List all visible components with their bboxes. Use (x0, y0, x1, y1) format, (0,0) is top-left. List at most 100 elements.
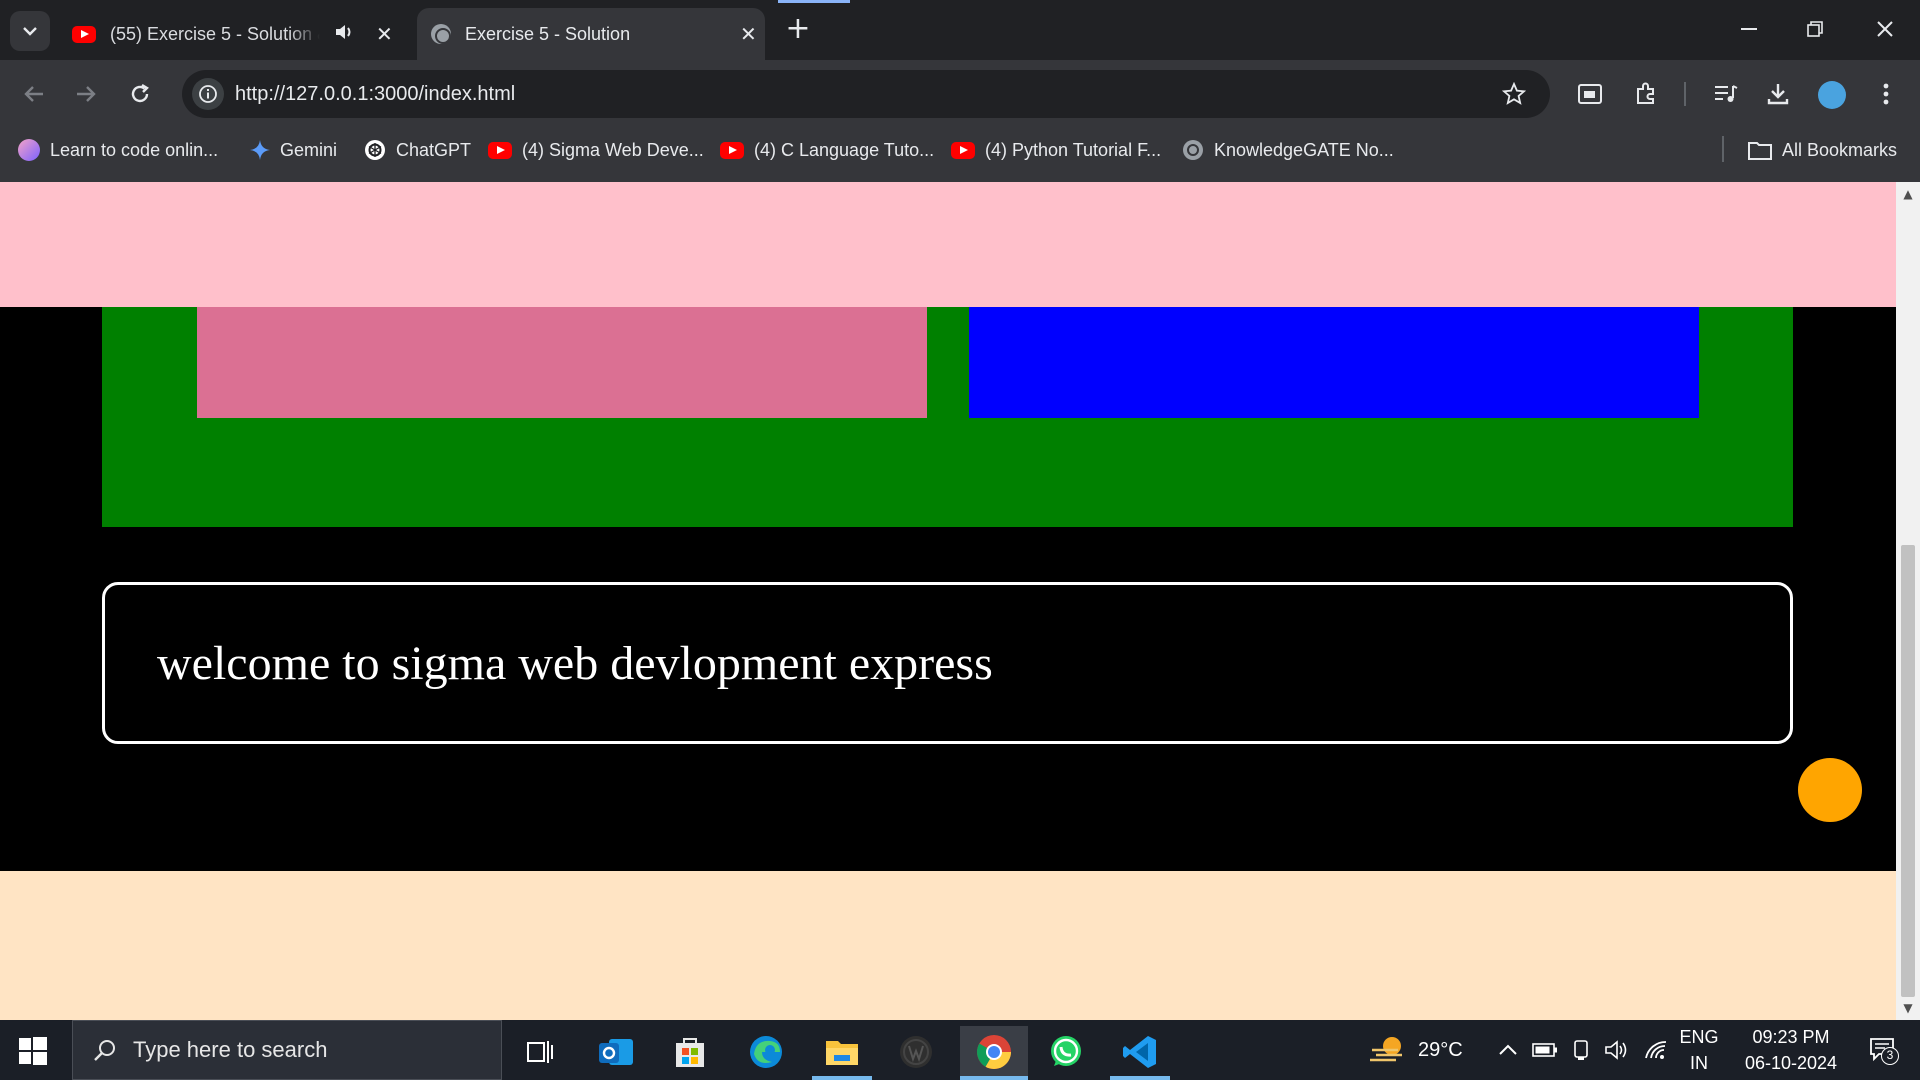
puzzle-icon (1637, 82, 1654, 104)
whatsapp-app[interactable] (1036, 1026, 1096, 1078)
site-info-button[interactable] (192, 78, 224, 110)
bookmark-item[interactable]: ChatGPT (364, 136, 471, 164)
bottom-peach-band (0, 871, 1896, 1020)
bookmark-item[interactable]: Gemini (250, 136, 337, 164)
weather-widget[interactable]: 29°C (1368, 1020, 1463, 1080)
reload-icon (131, 83, 149, 103)
media-controls-button[interactable] (1706, 74, 1746, 114)
bookmark-label: ChatGPT (396, 139, 472, 160)
globe-icon (431, 24, 451, 44)
show-hidden-icons-button[interactable] (1498, 1020, 1518, 1080)
minimize-button[interactable] (1716, 6, 1782, 52)
outlook-icon (599, 1039, 633, 1065)
tab-search-button[interactable] (10, 11, 50, 51)
app-running-indicator (812, 1076, 872, 1080)
blue-box (969, 307, 1699, 418)
whatsapp-icon (1051, 1036, 1081, 1066)
windows-logo-icon (19, 1037, 47, 1065)
back-button[interactable] (14, 74, 54, 114)
tab-youtube[interactable]: (55) Exercise 5 - Solution & Shoutout ✕ (62, 8, 412, 60)
bookmark-item[interactable]: (4) Python Tutorial F... (951, 136, 1161, 164)
bookmarks-divider (1722, 136, 1724, 162)
picture-in-picture-button[interactable] (1570, 74, 1610, 114)
scroll-up-arrow-icon[interactable]: ▲ (1896, 182, 1920, 206)
toolbar-divider (1684, 82, 1686, 106)
task-view-button[interactable] (510, 1026, 570, 1078)
reload-button[interactable] (120, 74, 160, 114)
scroll-down-arrow-icon[interactable]: ▼ (1896, 996, 1920, 1020)
task-view-icon (527, 1041, 553, 1063)
all-bookmarks-label: All Bookmarks (1782, 139, 1898, 160)
outlook-app[interactable] (586, 1026, 646, 1078)
bookmark-label: Gemini (280, 139, 338, 160)
page-viewport: welcome to sigma web devlopment express (0, 182, 1896, 1020)
orange-circle (1798, 758, 1862, 822)
youtube-icon (72, 25, 96, 43)
tab-title: (55) Exercise 5 - Solution & Shoutout (110, 23, 320, 44)
bookmark-item[interactable]: KnowledgeGATE No... (1182, 136, 1394, 164)
taskbar-search-box[interactable]: Type here to search (72, 1020, 502, 1080)
new-tab-button[interactable]: + (780, 12, 816, 48)
media-indicator (778, 0, 850, 3)
bookmark-item[interactable]: (4) C Language Tuto... (720, 136, 934, 164)
gemini-sparkle-icon (250, 140, 270, 160)
extensions-button[interactable] (1626, 74, 1666, 114)
bookmark-item[interactable]: Learn to code onlin... (18, 136, 218, 164)
edge-icon (750, 1036, 782, 1068)
clock-date: 06-10-2024 (1744, 1053, 1838, 1073)
vscode-app[interactable] (1110, 1026, 1170, 1078)
clock-time: 09:23 PM (1752, 1027, 1830, 1047)
close-tab-icon[interactable]: ✕ (740, 22, 757, 47)
menu-button[interactable] (1866, 74, 1906, 114)
chatgpt-icon (365, 140, 385, 160)
tab-exercise[interactable]: Exercise 5 - Solution ✕ (417, 8, 765, 60)
clock[interactable]: 09:23 PM 06-10-2024 (1728, 1020, 1854, 1080)
bookmark-item[interactable]: (4) Sigma Web Deve... (488, 136, 704, 164)
globe-icon (1183, 140, 1203, 160)
minimize-icon (1741, 28, 1757, 30)
more-vertical-icon (1883, 83, 1889, 105)
battery-icon[interactable] (1532, 1020, 1558, 1080)
restore-button[interactable] (1782, 6, 1848, 52)
forward-arrow-icon (77, 86, 96, 102)
device-icon[interactable] (1570, 1020, 1592, 1080)
profile-avatar[interactable] (1818, 81, 1846, 109)
close-window-button[interactable] (1852, 6, 1918, 52)
close-tab-icon[interactable]: ✕ (376, 22, 393, 47)
bookmark-label: (4) Python Tutorial F... (985, 139, 1162, 160)
url-text[interactable]: http://127.0.0.1:3000/index.html (235, 80, 515, 108)
wordpress-icon (900, 1036, 932, 1068)
welcome-card: welcome to sigma web devlopment express (102, 582, 1793, 744)
star-icon (1502, 82, 1526, 105)
speaker-icon[interactable] (334, 23, 354, 46)
pink-box (197, 307, 927, 418)
app-running-indicator (1110, 1076, 1170, 1080)
info-icon (199, 85, 217, 103)
start-button[interactable] (18, 1036, 48, 1066)
edge-app[interactable] (736, 1026, 796, 1078)
file-explorer-app[interactable] (812, 1026, 872, 1078)
wordpress-app[interactable] (886, 1026, 946, 1078)
restore-icon (1807, 21, 1823, 37)
volume-icon[interactable] (1604, 1020, 1630, 1080)
microsoft-store-app[interactable] (660, 1026, 720, 1078)
bookmark-label: (4) C Language Tuto... (754, 139, 935, 160)
vscode-icon (1123, 1036, 1156, 1068)
notifications-button[interactable]: 3 (1858, 1020, 1908, 1080)
bookmark-label: (4) Sigma Web Deve... (522, 139, 704, 160)
bookmark-star-button[interactable] (1494, 74, 1534, 114)
downloads-button[interactable] (1758, 74, 1798, 114)
youtube-icon (488, 141, 512, 159)
all-bookmarks-button[interactable]: All Bookmarks (1748, 136, 1897, 164)
scrollbar-thumb[interactable] (1901, 545, 1915, 997)
weather-haze-icon (1370, 1037, 1402, 1062)
wifi-icon[interactable] (1644, 1020, 1668, 1080)
search-placeholder: Type here to search (133, 1037, 328, 1062)
notification-count-badge: 3 (1881, 1047, 1899, 1065)
forward-button[interactable] (66, 74, 106, 114)
chrome-app[interactable] (960, 1026, 1028, 1078)
youtube-icon (720, 141, 744, 159)
notification-icon: 3 (1869, 1037, 1899, 1065)
download-icon (1767, 84, 1789, 105)
input-language-indicator[interactable]: ENG IN (1678, 1020, 1720, 1080)
